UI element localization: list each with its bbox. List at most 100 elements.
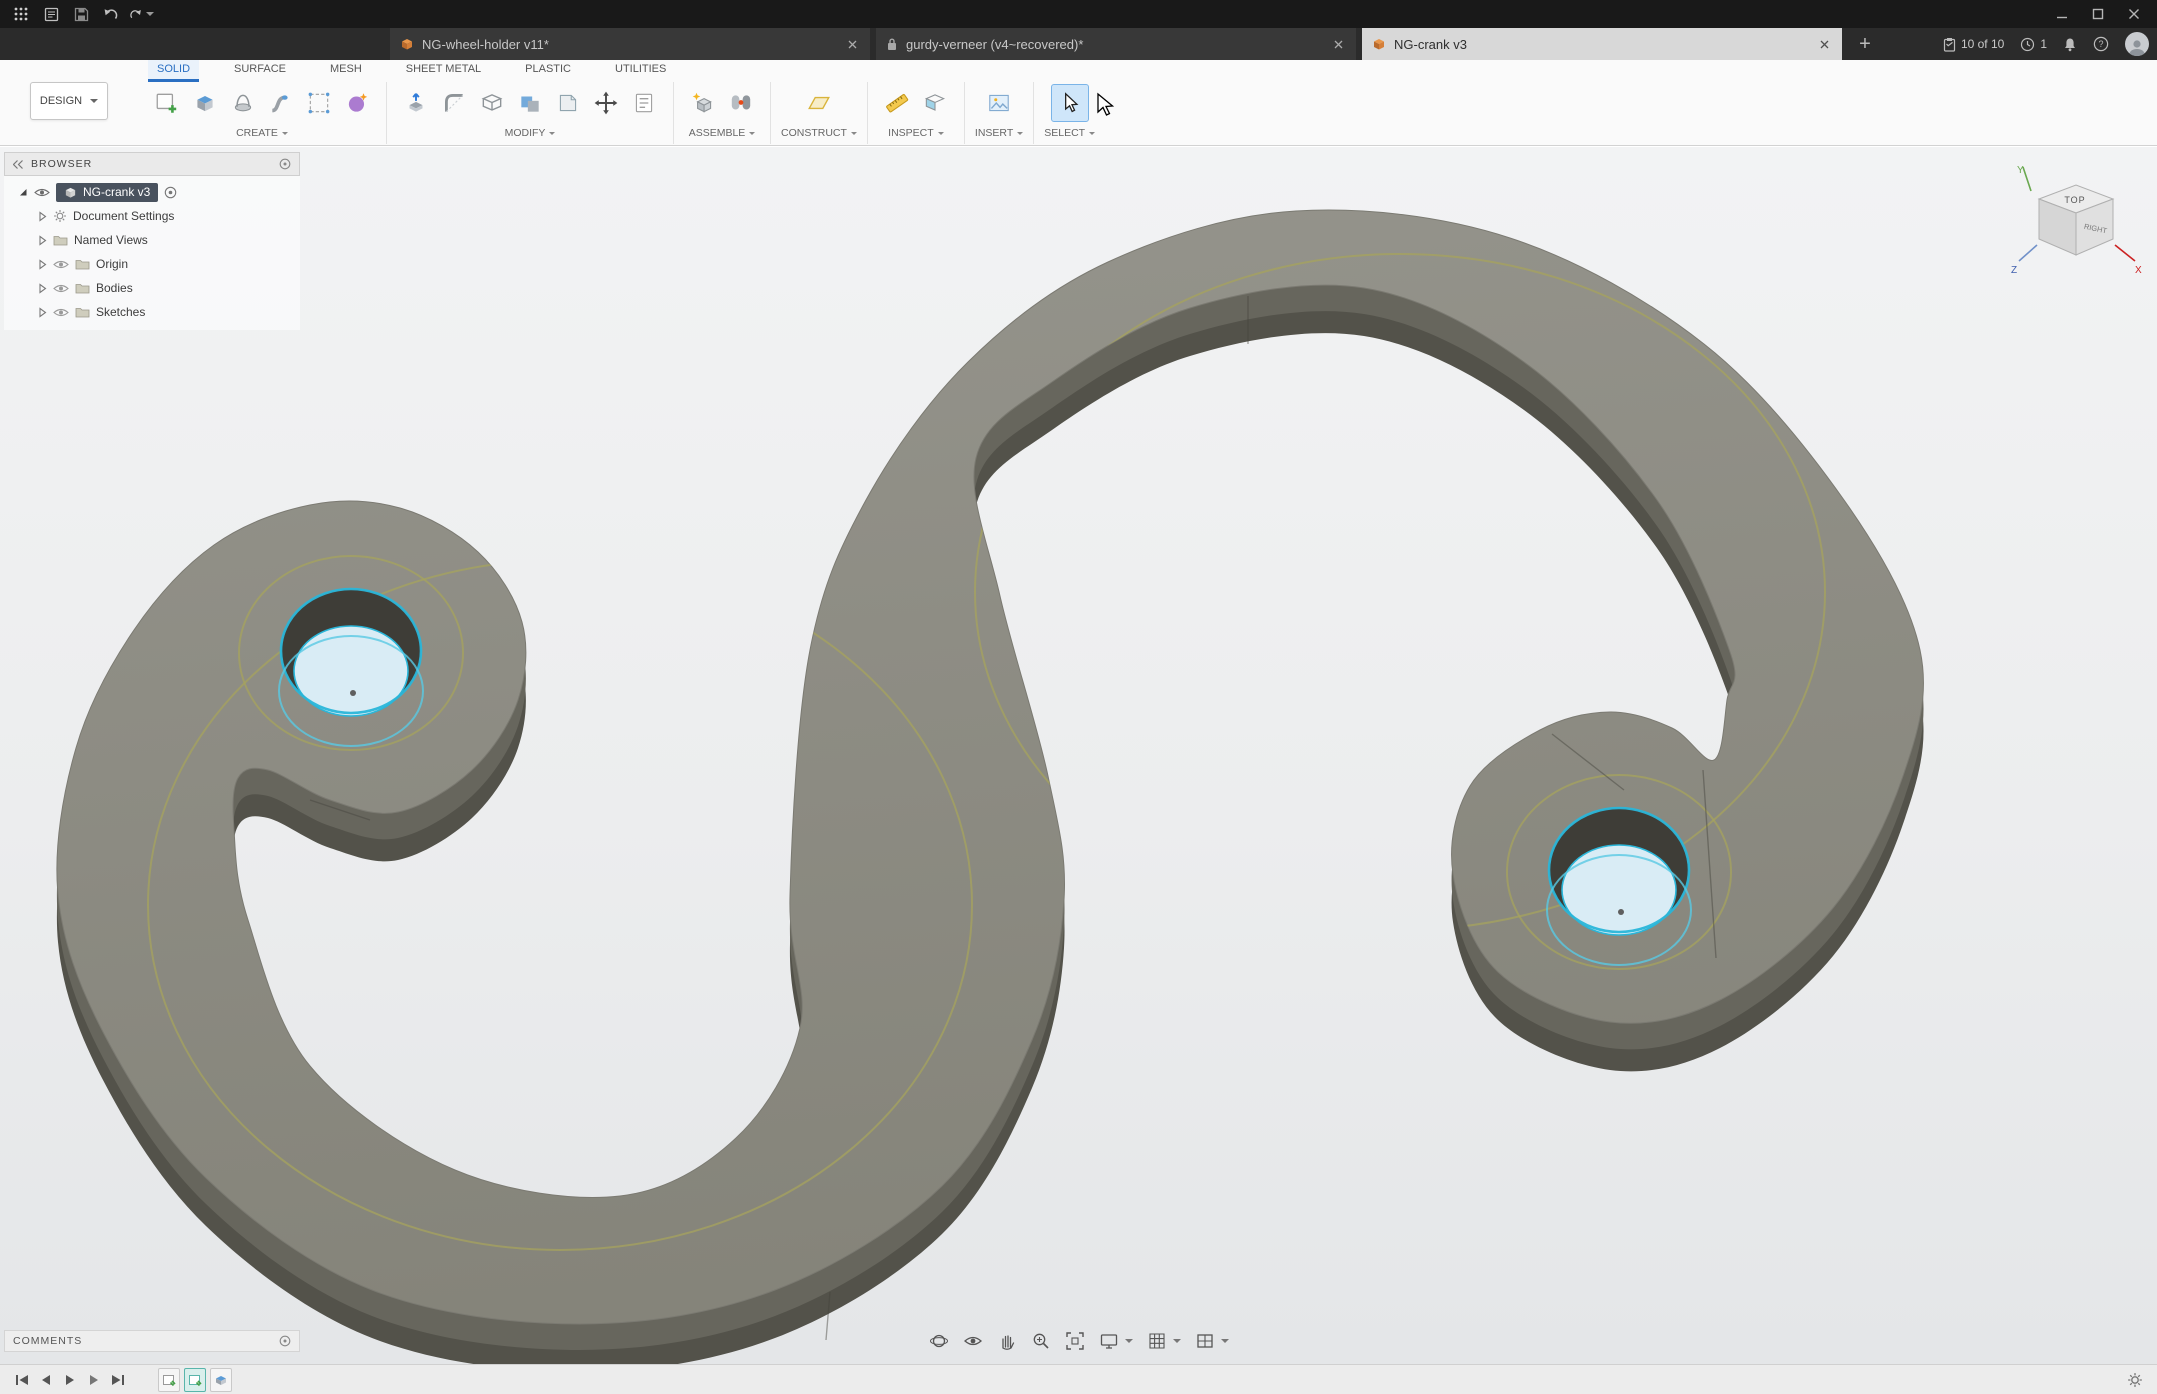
panel-options-icon[interactable] xyxy=(279,1335,291,1347)
fit-button[interactable] xyxy=(1063,1329,1087,1353)
pan-button[interactable] xyxy=(995,1329,1019,1353)
tab-plastic[interactable]: PLASTIC xyxy=(516,60,580,82)
crank-model[interactable] xyxy=(0,147,2157,1364)
data-panel-icon[interactable] xyxy=(38,3,64,25)
group-label-insert[interactable]: INSERT xyxy=(975,124,1023,142)
timeline-play-button[interactable] xyxy=(58,1368,82,1392)
workspace-switcher[interactable]: DESIGN xyxy=(30,82,108,120)
activate-radio-icon[interactable] xyxy=(164,186,177,199)
tab-surface[interactable]: SURFACE xyxy=(225,60,295,82)
maximize-button[interactable] xyxy=(2083,3,2113,25)
expanded-arrow-icon[interactable] xyxy=(18,187,28,197)
document-tab-2[interactable]: gurdy-verneer (v4~recovered)* xyxy=(876,28,1356,60)
visibility-eye-icon[interactable] xyxy=(34,187,50,198)
create-sketch-button[interactable] xyxy=(148,84,186,122)
document-cube-icon xyxy=(400,37,414,51)
collapsed-arrow-icon[interactable] xyxy=(38,211,47,222)
browser-item-document-settings[interactable]: Document Settings xyxy=(4,204,300,228)
group-label-inspect[interactable]: INSPECT xyxy=(888,124,944,142)
close-tab-icon[interactable] xyxy=(844,36,860,52)
timeline-go-to-end-button[interactable] xyxy=(106,1368,130,1392)
joint-button[interactable] xyxy=(722,84,760,122)
modeling-viewport[interactable]: BROWSER xyxy=(0,147,2157,1364)
save-icon[interactable] xyxy=(68,3,94,25)
timeline-sketch-feature-2[interactable] xyxy=(184,1368,206,1392)
collapsed-arrow-icon[interactable] xyxy=(38,259,47,270)
document-tab-3-active[interactable]: NG-crank v3 xyxy=(1362,28,1842,60)
job-status[interactable]: 10 of 10 xyxy=(1943,37,2004,52)
browser-item-bodies[interactable]: Bodies xyxy=(4,276,300,300)
display-settings-button[interactable] xyxy=(1097,1329,1135,1353)
browser-root-row[interactable]: NG-crank v3 xyxy=(4,180,300,204)
active-document-node[interactable]: NG-crank v3 xyxy=(56,183,158,202)
browser-item-label: Bodies xyxy=(96,281,133,295)
document-tab-1[interactable]: NG-wheel-holder v11* xyxy=(390,28,870,60)
timeline-go-to-start-button[interactable] xyxy=(10,1368,34,1392)
app-grid-icon[interactable] xyxy=(8,3,34,25)
group-label-modify[interactable]: MODIFY xyxy=(505,124,556,142)
undo-icon[interactable] xyxy=(98,3,124,25)
visibility-eye-icon[interactable] xyxy=(53,283,69,294)
timeline-step-forward-button[interactable] xyxy=(82,1368,106,1392)
collapse-panel-icon[interactable] xyxy=(13,160,23,169)
browser-item-sketches[interactable]: Sketches xyxy=(4,300,300,324)
tab-mesh[interactable]: MESH xyxy=(321,60,371,82)
press-pull-button[interactable] xyxy=(397,84,435,122)
extrude-button[interactable] xyxy=(186,84,224,122)
close-window-button[interactable] xyxy=(2119,3,2149,25)
visibility-eye-icon[interactable] xyxy=(53,307,69,318)
construct-plane-button[interactable] xyxy=(800,84,838,122)
offset-face-button[interactable] xyxy=(549,84,587,122)
user-avatar[interactable] xyxy=(2125,32,2149,56)
new-component-button[interactable] xyxy=(684,84,722,122)
view-cube[interactable]: Y TOP RIGHT X Z xyxy=(2009,161,2143,287)
timeline-sketch-feature-1[interactable] xyxy=(158,1368,180,1392)
combine-button[interactable] xyxy=(511,84,549,122)
tab-sheet-metal[interactable]: SHEET METAL xyxy=(397,60,490,82)
new-tab-button[interactable]: + xyxy=(1848,28,1882,60)
redo-icon[interactable] xyxy=(128,3,154,25)
section-analysis-button[interactable] xyxy=(916,84,954,122)
look-at-button[interactable] xyxy=(961,1329,985,1353)
group-label-assemble[interactable]: ASSEMBLE xyxy=(689,124,756,142)
group-label-create[interactable]: CREATE xyxy=(236,124,288,142)
browser-header[interactable]: BROWSER xyxy=(4,152,300,176)
timeline-extrude-feature[interactable] xyxy=(210,1368,232,1392)
group-label-select[interactable]: SELECT xyxy=(1044,124,1095,142)
tab-solid[interactable]: SOLID xyxy=(148,60,199,82)
collapsed-arrow-icon[interactable] xyxy=(38,283,47,294)
insert-canvas-button[interactable] xyxy=(980,84,1018,122)
close-tab-icon[interactable] xyxy=(1816,36,1832,52)
sweep-button[interactable] xyxy=(262,84,300,122)
viewports-button[interactable] xyxy=(1193,1329,1231,1353)
browser-item-origin[interactable]: Origin xyxy=(4,252,300,276)
panel-options-icon[interactable] xyxy=(279,158,291,170)
timeline-settings-gear-icon[interactable] xyxy=(2123,1368,2147,1392)
group-label-construct[interactable]: CONSTRUCT xyxy=(781,124,857,142)
align-button[interactable] xyxy=(625,84,663,122)
pending-jobs[interactable]: 1 xyxy=(2020,37,2047,52)
help[interactable]: ? xyxy=(2093,36,2109,52)
fillet-button[interactable] xyxy=(435,84,473,122)
zoom-button[interactable] xyxy=(1029,1329,1053,1353)
timeline-step-back-button[interactable] xyxy=(34,1368,58,1392)
revolve-button[interactable] xyxy=(224,84,262,122)
close-tab-icon[interactable] xyxy=(1330,36,1346,52)
collapsed-arrow-icon[interactable] xyxy=(38,307,47,318)
tab-utilities[interactable]: UTILITIES xyxy=(606,60,675,82)
visibility-eye-icon[interactable] xyxy=(53,259,69,270)
grid-settings-button[interactable] xyxy=(1145,1329,1183,1353)
redo-dropdown-caret[interactable] xyxy=(146,12,154,16)
comments-panel[interactable]: COMMENTS xyxy=(4,1330,300,1352)
minimize-button[interactable] xyxy=(2047,3,2077,25)
browser-item-named-views[interactable]: Named Views xyxy=(4,228,300,252)
create-form-button[interactable] xyxy=(338,84,376,122)
notifications[interactable] xyxy=(2063,37,2077,52)
shell-button[interactable] xyxy=(473,84,511,122)
collapsed-arrow-icon[interactable] xyxy=(38,235,47,246)
orbit-button[interactable] xyxy=(927,1329,951,1353)
pattern-button[interactable] xyxy=(300,84,338,122)
move-button[interactable] xyxy=(587,84,625,122)
select-tool-button[interactable] xyxy=(1051,84,1089,122)
measure-button[interactable] xyxy=(878,84,916,122)
